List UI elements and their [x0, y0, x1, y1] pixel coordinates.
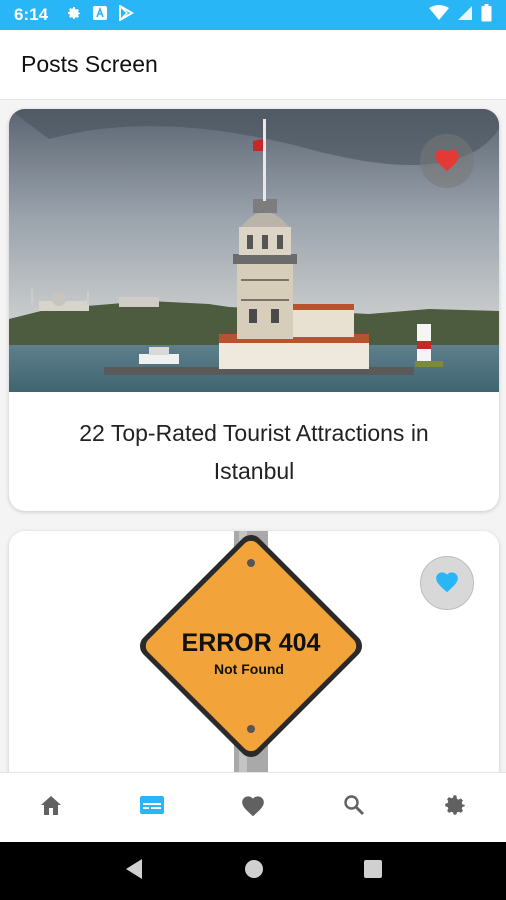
- battery-icon: [481, 3, 492, 27]
- nav-home[interactable]: [21, 778, 81, 838]
- heart-icon: [434, 569, 460, 598]
- system-navigation-bar: [0, 842, 506, 900]
- home-icon: [39, 794, 63, 821]
- nav-posts[interactable]: [122, 778, 182, 838]
- status-time: 6:14: [14, 5, 49, 24]
- recents-icon[interactable]: [364, 859, 382, 883]
- error-sign-subtitle: Not Found: [214, 661, 284, 677]
- post-card[interactable]: ERROR 404 Not Found: [9, 531, 499, 772]
- search-icon: [342, 793, 366, 822]
- status-bar: 6:14: [0, 0, 506, 30]
- gear-icon: [66, 5, 82, 26]
- post-image: [9, 109, 499, 392]
- favorite-button[interactable]: [420, 134, 474, 188]
- wifi-icon: [429, 4, 449, 26]
- text-a-icon: [92, 5, 108, 26]
- home-circle-icon[interactable]: [244, 859, 264, 884]
- posts-list[interactable]: 22 Top-Rated Tourist Attractions in Ista…: [0, 100, 506, 772]
- posts-icon: [139, 794, 165, 821]
- nav-settings[interactable]: [425, 778, 485, 838]
- app-bar: Posts Screen: [0, 30, 506, 100]
- nav-search[interactable]: [324, 778, 384, 838]
- post-card[interactable]: 22 Top-Rated Tourist Attractions in Ista…: [9, 109, 499, 511]
- post-image: ERROR 404 Not Found: [9, 531, 499, 772]
- play-store-icon: [118, 3, 135, 26]
- heart-icon: [240, 793, 266, 822]
- nav-favorites[interactable]: [223, 778, 283, 838]
- post-title: 22 Top-Rated Tourist Attractions in Ista…: [79, 419, 429, 484]
- signal-icon: [457, 5, 473, 26]
- heart-icon: [433, 146, 461, 177]
- gear-icon: [442, 792, 468, 823]
- back-icon[interactable]: [124, 858, 144, 885]
- bottom-navigation: [0, 772, 506, 842]
- error-sign-title: ERROR 404: [182, 629, 321, 657]
- favorite-button[interactable]: [420, 556, 474, 610]
- page-title: Posts Screen: [21, 51, 158, 77]
